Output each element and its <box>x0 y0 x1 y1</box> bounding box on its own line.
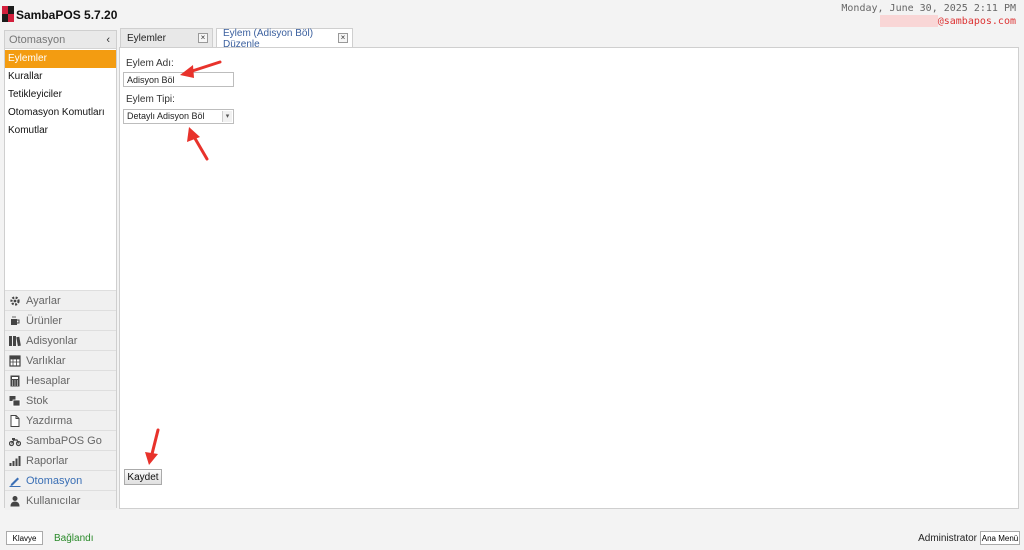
books-icon <box>9 335 21 347</box>
nav-item-label: Ayarlar <box>26 294 61 307</box>
nav-item-otomasyon[interactable]: Otomasyon <box>5 470 116 490</box>
chevron-down-icon: ▾ <box>222 111 232 122</box>
sidebar-header: Otomasyon ‹ <box>5 31 116 49</box>
sidebar: Otomasyon ‹ Eylemler Kurallar Tetikleyic… <box>4 30 117 510</box>
action-edit-panel: Eylem Adı: Eylem Tipi: Detaylı Adisyon B… <box>119 47 1019 509</box>
nav-item-varliklar[interactable]: Varlıklar <box>5 350 116 370</box>
sidebar-header-label: Otomasyon <box>9 33 66 46</box>
action-type-select[interactable]: Detaylı Adisyon Böl ▾ <box>123 109 234 124</box>
action-type-value: Detaylı Adisyon Böl <box>127 111 205 121</box>
sub-item-kurallar[interactable]: Kurallar <box>5 68 116 86</box>
automation-sub-menu: Eylemler Kurallar Tetikleyiciler Otomasy… <box>5 50 116 140</box>
action-name-label: Eylem Adı: <box>126 58 174 69</box>
nav-item-raporlar[interactable]: Raporlar <box>5 450 116 470</box>
pencil-icon <box>9 475 21 487</box>
action-name-input[interactable] <box>123 72 234 87</box>
bar-chart-icon <box>9 455 21 467</box>
document-icon <box>9 414 21 427</box>
tab-label: Eylemler <box>127 32 166 44</box>
sub-item-tetikleyiciler[interactable]: Tetikleyiciler <box>5 86 116 104</box>
nav-item-sambapos-go[interactable]: SambaPOS Go <box>5 430 116 450</box>
keyboard-button[interactable]: Klavye <box>6 531 43 545</box>
nav-item-label: SambaPOS Go <box>26 434 102 447</box>
nav-item-label: Raporlar <box>26 454 69 467</box>
user-email: @sambapos.com <box>937 15 1016 27</box>
nav-item-urunler[interactable]: Ürünler <box>5 310 116 330</box>
nav-item-label: Varlıklar <box>26 354 66 367</box>
nav-item-stok[interactable]: Stok <box>5 390 116 410</box>
nav-item-label: Adisyonlar <box>26 334 78 347</box>
nav-item-yazdirma[interactable]: Yazdırma <box>5 410 116 430</box>
datetime: Monday, June 30, 2025 2:11 PM <box>841 3 1016 14</box>
gear-icon <box>9 295 21 307</box>
motorcycle-icon <box>9 435 21 447</box>
title-bar: SambaPOS 5.7.20 Monday, June 30, 2025 2:… <box>0 0 1024 28</box>
sub-item-otomasyon-komutlari[interactable]: Otomasyon Komutları <box>5 104 116 122</box>
sub-item-eylemler[interactable]: Eylemler <box>5 50 116 68</box>
main-nav: Ayarlar Ürünler Adisyonlar Varlıklar Hes… <box>5 290 116 510</box>
calculator-icon <box>9 375 21 387</box>
nav-item-adisyonlar[interactable]: Adisyonlar <box>5 330 116 350</box>
app-window: SambaPOS 5.7.20 Monday, June 30, 2025 2:… <box>0 0 1024 550</box>
table-icon <box>9 354 21 367</box>
stock-icon <box>9 395 21 407</box>
nav-item-label: Hesaplar <box>26 374 71 387</box>
action-type-label: Eylem Tipi: <box>126 94 175 105</box>
tab-eylem-duzenle[interactable]: Eylem (Adisyon Böl) Düzenle × <box>216 28 353 50</box>
current-user: Administrator <box>918 533 977 544</box>
nav-item-label: Yazdırma <box>26 414 73 427</box>
chevron-left-icon[interactable]: ‹ <box>106 34 110 46</box>
nav-item-label: Stok <box>26 394 49 407</box>
redacted-email-mask <box>879 15 938 27</box>
nav-item-kullanicilar[interactable]: Kullanıcılar <box>5 490 116 510</box>
nav-item-label: Ürünler <box>26 314 63 327</box>
sub-item-komutlar[interactable]: Komutlar <box>5 122 116 140</box>
close-icon[interactable]: × <box>198 33 208 43</box>
user-email-row: @sambapos.com <box>879 15 1016 27</box>
app-title: SambaPOS 5.7.20 <box>16 8 118 22</box>
nav-item-label: Otomasyon <box>26 474 83 487</box>
save-button[interactable]: Kaydet <box>124 469 162 485</box>
sambapos-logo-icon <box>2 6 14 22</box>
user-icon <box>9 495 21 507</box>
coffee-icon <box>9 315 21 327</box>
tab-eylemler[interactable]: Eylemler × <box>120 28 213 47</box>
connection-status: Bağlandı <box>54 533 94 544</box>
close-icon[interactable]: × <box>338 33 348 43</box>
status-bar: Klavye Bağlandı Administrator Ana Menü <box>0 528 1024 550</box>
main-menu-button[interactable]: Ana Menü <box>980 531 1020 545</box>
nav-item-ayarlar[interactable]: Ayarlar <box>5 290 116 310</box>
nav-item-label: Kullanıcılar <box>26 494 81 507</box>
nav-item-hesaplar[interactable]: Hesaplar <box>5 370 116 390</box>
